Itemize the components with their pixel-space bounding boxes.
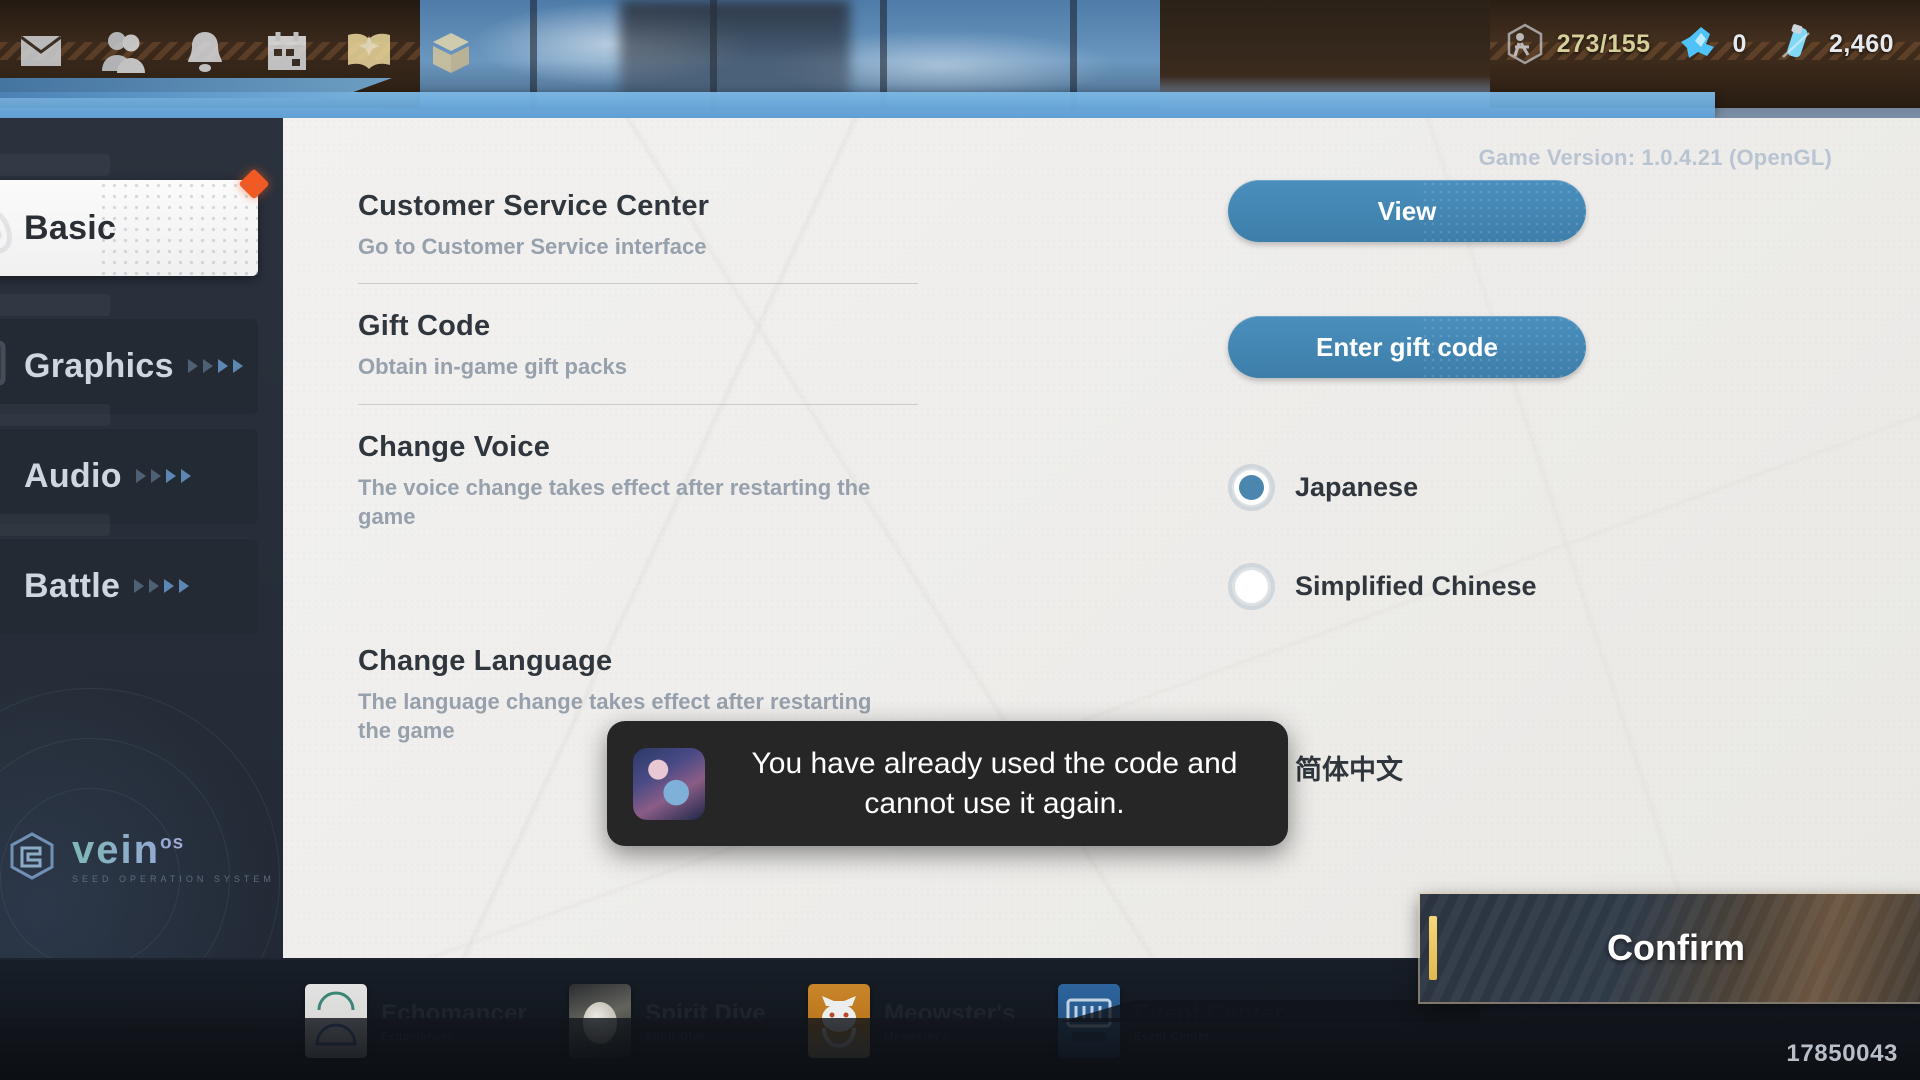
archive-icon[interactable] xyxy=(410,16,492,86)
mail-icon[interactable] xyxy=(0,16,82,86)
setting-row-customer-service: Customer Service Center Go to Customer S… xyxy=(358,180,918,283)
settings-controls: View Enter gift code Japanese Simplified… xyxy=(1228,180,1920,791)
view-button[interactable]: View xyxy=(1228,180,1586,242)
notification-bell-icon[interactable] xyxy=(164,16,246,86)
stamina-value: 273/155 xyxy=(1556,29,1651,58)
user-id-label: 17850043 xyxy=(1786,1040,1898,1067)
voice-option-label: Simplified Chinese xyxy=(1295,571,1537,601)
view-button-label: View xyxy=(1377,195,1437,226)
settings-rows: Customer Service Center Go to Customer S… xyxy=(358,180,918,768)
confirm-button[interactable]: Confirm xyxy=(1420,894,1920,1002)
character-avatar-icon xyxy=(633,747,705,820)
tab-separator-3 xyxy=(0,514,110,536)
toast-notification: You have already used the code and canno… xyxy=(607,721,1288,846)
vein-os-logo: veinos SEED OPERATION SYSTEM xyxy=(4,828,275,884)
language-radio-group: 简体中文 xyxy=(1228,744,1920,791)
notification-badge-icon xyxy=(238,168,270,200)
tab-separator-0 xyxy=(0,154,110,176)
crystal-value: 0 xyxy=(1732,29,1747,58)
settings-sidebar: Basic Graphics Audio Battle veinos SEED … xyxy=(0,118,283,958)
display-icon xyxy=(0,337,24,395)
confirm-button-wrap: Confirm xyxy=(1420,894,1920,1002)
currency-crystal[interactable]: 0 xyxy=(1665,22,1761,66)
tab-arrows-icon xyxy=(135,469,191,483)
game-screen: 273/155 0 2,460 Basic Graphics Audio Bat… xyxy=(0,0,1920,1080)
tab-arrows-icon xyxy=(187,359,243,373)
row-description: Go to Customer Service interface xyxy=(358,234,707,259)
setting-row-gift-code: Gift Code Obtain in-game gift packs xyxy=(358,283,918,403)
friends-icon[interactable] xyxy=(82,16,164,86)
vial-value: 2,460 xyxy=(1828,29,1894,58)
panel-header-bar xyxy=(0,92,1715,118)
row-description: The voice change takes effect after rest… xyxy=(358,474,871,529)
bottom-status-bar xyxy=(0,1018,1920,1080)
tab-separator-2 xyxy=(0,404,110,426)
enter-gift-code-button[interactable]: Enter gift code xyxy=(1228,316,1586,378)
currency-vial[interactable]: 2,460 xyxy=(1761,22,1908,66)
vein-logo-main: veinos xyxy=(72,828,275,873)
sidebar-item-graphics[interactable]: Graphics xyxy=(0,318,258,414)
sidebar-item-basic[interactable]: Basic xyxy=(0,168,270,276)
tab-arrows-icon xyxy=(134,579,190,593)
toast-message: You have already used the code and canno… xyxy=(751,746,1238,820)
vein-cube-icon xyxy=(10,832,54,880)
sidebar-item-audio[interactable]: Audio xyxy=(0,428,258,524)
sidebar-item-battle[interactable]: Battle xyxy=(0,538,258,634)
row-title: Customer Service Center xyxy=(358,190,710,222)
sidebar-item-label: Basic xyxy=(24,208,117,247)
sidebar-item-label: Battle xyxy=(24,566,121,605)
speaker-icon xyxy=(0,447,24,505)
confirm-accent-bar xyxy=(1429,916,1437,980)
tab-separator-1 xyxy=(0,294,110,316)
enter-gift-code-label: Enter gift code xyxy=(1315,331,1498,362)
currency-stamina[interactable]: 273/155 xyxy=(1489,22,1665,66)
voice-option-simplified-chinese[interactable]: Simplified Chinese xyxy=(1228,563,1920,610)
row-title: Gift Code xyxy=(358,310,491,343)
decorative-rings xyxy=(0,668,283,958)
voice-option-japanese[interactable]: Japanese xyxy=(1228,464,1920,511)
language-option-simplified-chinese[interactable]: 简体中文 xyxy=(1228,744,1920,791)
vial-icon xyxy=(1775,22,1819,66)
vein-os-wordmark: veinos SEED OPERATION SYSTEM xyxy=(72,828,275,884)
language-option-label: 简体中文 xyxy=(1295,755,1403,785)
row-description: Obtain in-game gift packs xyxy=(358,354,627,380)
game-version-label: Game Version: 1.0.4.21 (OpenGL) xyxy=(1478,145,1832,170)
vein-logo-subtitle: SEED OPERATION SYSTEM xyxy=(72,874,275,884)
sword-icon xyxy=(0,557,24,615)
sidebar-item-label: Audio xyxy=(24,456,122,495)
sidebar-item-label: Graphics xyxy=(24,346,174,385)
gamepad-icon xyxy=(0,197,24,259)
row-title: Change Voice xyxy=(358,430,551,463)
radio-unselected-icon xyxy=(1228,563,1275,610)
confirm-button-label: Confirm xyxy=(1607,927,1745,968)
setting-row-change-voice: Change Voice The voice change takes effe… xyxy=(358,403,918,618)
row-title: Change Language xyxy=(358,645,613,677)
stamina-icon xyxy=(1503,22,1547,66)
hud-icon-bar xyxy=(0,16,492,86)
handbook-icon[interactable] xyxy=(328,16,410,86)
voice-radio-group: Japanese Simplified Chinese xyxy=(1228,464,1920,610)
crystal-icon xyxy=(1679,22,1723,66)
radio-selected-icon xyxy=(1228,464,1275,511)
currency-bar: 273/155 0 2,460 xyxy=(1489,22,1908,66)
voice-option-label: Japanese xyxy=(1295,472,1419,502)
calendar-icon[interactable] xyxy=(246,16,328,86)
